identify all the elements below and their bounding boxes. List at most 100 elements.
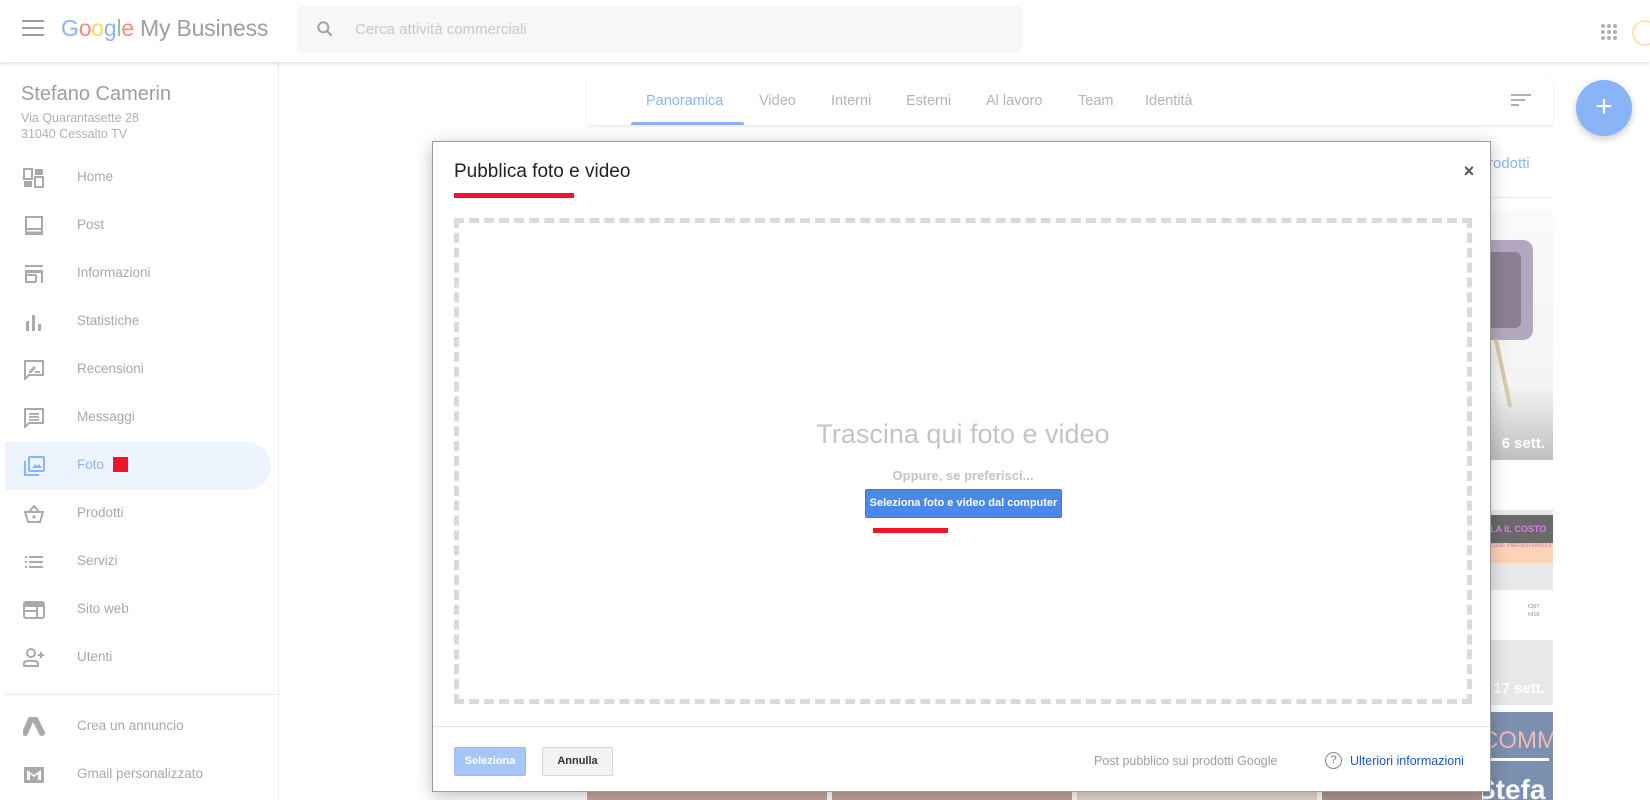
business-address-line2: 31040 Cessalto TV [21, 127, 128, 141]
tab-video[interactable]: Video [759, 93, 796, 109]
sidebar-item-statistiche[interactable]: Statistiche [5, 298, 271, 346]
sidebar-item-utenti[interactable]: Utenti [5, 634, 271, 682]
help-icon[interactable]: ? [1325, 752, 1342, 769]
storefront-icon [25, 265, 43, 283]
menu-icon[interactable] [22, 20, 44, 38]
select-button[interactable]: Seleziona [454, 747, 526, 776]
logo-letter: e [121, 15, 134, 41]
thumbnail-value: €418 [1528, 612, 1540, 618]
thumbnail-table: €357 €418 [1483, 590, 1553, 640]
app-name: My Business [140, 15, 269, 41]
photo-age: 6 sett. [1501, 435, 1545, 452]
tab-esterni[interactable]: Esterni [906, 93, 951, 109]
logo-letter: o [91, 15, 104, 41]
sidebar-item-crea-annuncio[interactable]: Crea un annuncio [5, 703, 271, 751]
footer-divider [433, 726, 1490, 727]
tab-al-lavoro[interactable]: Al lavoro [986, 93, 1042, 109]
upload-dialog: Pubblica foto e video × Trascina qui fot… [432, 141, 1491, 792]
close-button[interactable]: × [1460, 162, 1478, 180]
bar-chart-icon [26, 315, 41, 331]
tab-panoramica[interactable]: Panoramica [646, 93, 723, 109]
business-address-line1: Via Quarantasette 28 [21, 111, 139, 125]
sidebar-item-informazioni[interactable]: Informazioni [5, 250, 271, 298]
sidebar-item-label: Servizi [77, 553, 118, 568]
post-icon [25, 216, 43, 235]
drop-zone[interactable]: Trascina qui foto e video Oppure, se pre… [454, 218, 1472, 704]
cancel-button[interactable]: Annulla [542, 747, 613, 776]
basket-icon [23, 504, 45, 523]
annotation-underline [454, 193, 574, 198]
photo-library-icon [24, 456, 45, 476]
list-icon [25, 556, 43, 568]
top-app-bar: Google My Business Cerca attività commerc… [0, 0, 1650, 62]
apps-grid-icon[interactable] [1601, 24, 1617, 40]
sidebar-item-label: Messaggi [77, 409, 135, 424]
sidebar-item-label: Post [77, 217, 105, 232]
sidebar-item-foto[interactable]: Foto [5, 442, 271, 490]
sidebar-divider [5, 694, 279, 695]
sidebar-item-label: Statistiche [77, 313, 140, 328]
thumbnail-rule [1491, 758, 1549, 761]
sidebar-item-sito-web[interactable]: Sito web [5, 586, 271, 634]
sidebar-item-gmail[interactable]: Gmail personalizzato [5, 751, 271, 799]
google-ads-icon [23, 717, 45, 736]
dialog-title: Pubblica foto e video [454, 161, 631, 182]
logo-letter: g [103, 15, 117, 41]
annotation-marker [113, 457, 128, 472]
tab-interni[interactable]: Interni [831, 93, 871, 109]
search-input[interactable]: Cerca attività commerciali [355, 21, 527, 38]
add-photo-fab[interactable]: + [1576, 80, 1632, 136]
gmail-icon [24, 767, 44, 783]
sidebar-item-label: Foto [77, 457, 105, 472]
business-name: Stefano Camerin [21, 83, 172, 105]
sidebar-item-label: Sito web [77, 601, 129, 616]
sidebar-item-label: Crea un annuncio [77, 718, 184, 733]
thumbnail-value: €357 [1528, 604, 1540, 610]
logo-letter: o [78, 15, 92, 41]
photo-category-tabs: Panoramica Video Interni Esterni Al lavo… [587, 78, 1553, 125]
message-icon [24, 408, 44, 428]
public-post-note: Post pubblico sui prodotti Google [1094, 754, 1278, 768]
logo-letter: G [61, 15, 79, 41]
add-person-icon [23, 648, 44, 667]
thumbnail-subheading: Stefa [1483, 774, 1546, 800]
products-link[interactable]: rodotti [1488, 155, 1530, 172]
search-icon [317, 21, 333, 37]
learn-more-link[interactable]: Ulteriori informazioni [1350, 754, 1464, 768]
photo-thumbnail[interactable]: COMM Stefa [1483, 712, 1553, 800]
sidebar: Stefano Camerin Via Quarantasette 28 310… [0, 62, 279, 800]
tab-identita[interactable]: Identità [1145, 93, 1193, 109]
rate-review-icon [24, 360, 44, 380]
sort-icon[interactable] [1511, 94, 1531, 108]
thumbnail-subheading: ARCODE: PREFISSI EAN13 E [1483, 543, 1553, 563]
sidebar-item-prodotti[interactable]: Prodotti [5, 490, 271, 538]
sidebar-item-post[interactable]: Post [5, 202, 271, 250]
sidebar-item-label: Home [77, 169, 114, 184]
photo-age: 17 sett. [1493, 680, 1545, 697]
app-logo[interactable]: Google My Business [61, 15, 268, 42]
thumbnail-heading: COMM [1483, 727, 1553, 754]
drop-zone-alternative: Oppure, se preferisci... [892, 468, 1034, 483]
chair-leg [1493, 338, 1513, 408]
sidebar-item-label: Prodotti [77, 505, 124, 520]
sidebar-item-servizi[interactable]: Servizi [5, 538, 271, 586]
sidebar-item-label: Informazioni [77, 265, 151, 280]
annotation-underline [873, 528, 948, 533]
drop-zone-title: Trascina qui foto e video [816, 419, 1110, 449]
sidebar-item-home[interactable]: Home [5, 154, 271, 202]
thumbnail-heading: OLA IL COSTO [1483, 515, 1553, 543]
photo-thumbnail[interactable]: OLA IL COSTO ARCODE: PREFISSI EAN13 E €3… [1483, 510, 1553, 705]
photo-thumbnail[interactable]: 6 sett. [1483, 210, 1553, 460]
tab-team[interactable]: Team [1078, 93, 1113, 109]
sidebar-item-label: Recensioni [77, 361, 144, 376]
select-from-computer-button[interactable]: Seleziona foto e video dal computer [865, 489, 1062, 518]
dashboard-icon [23, 168, 44, 188]
web-icon [23, 601, 45, 619]
sidebar-item-label: Gmail personalizzato [77, 766, 204, 781]
sidebar-item-messaggi[interactable]: Messaggi [5, 394, 271, 442]
sidebar-item-label: Utenti [77, 649, 113, 664]
divider [1483, 197, 1553, 198]
search-bar[interactable]: Cerca attività commerciali [297, 6, 1022, 53]
sidebar-item-recensioni[interactable]: Recensioni [5, 346, 271, 394]
account-avatar[interactable] [1632, 20, 1650, 46]
